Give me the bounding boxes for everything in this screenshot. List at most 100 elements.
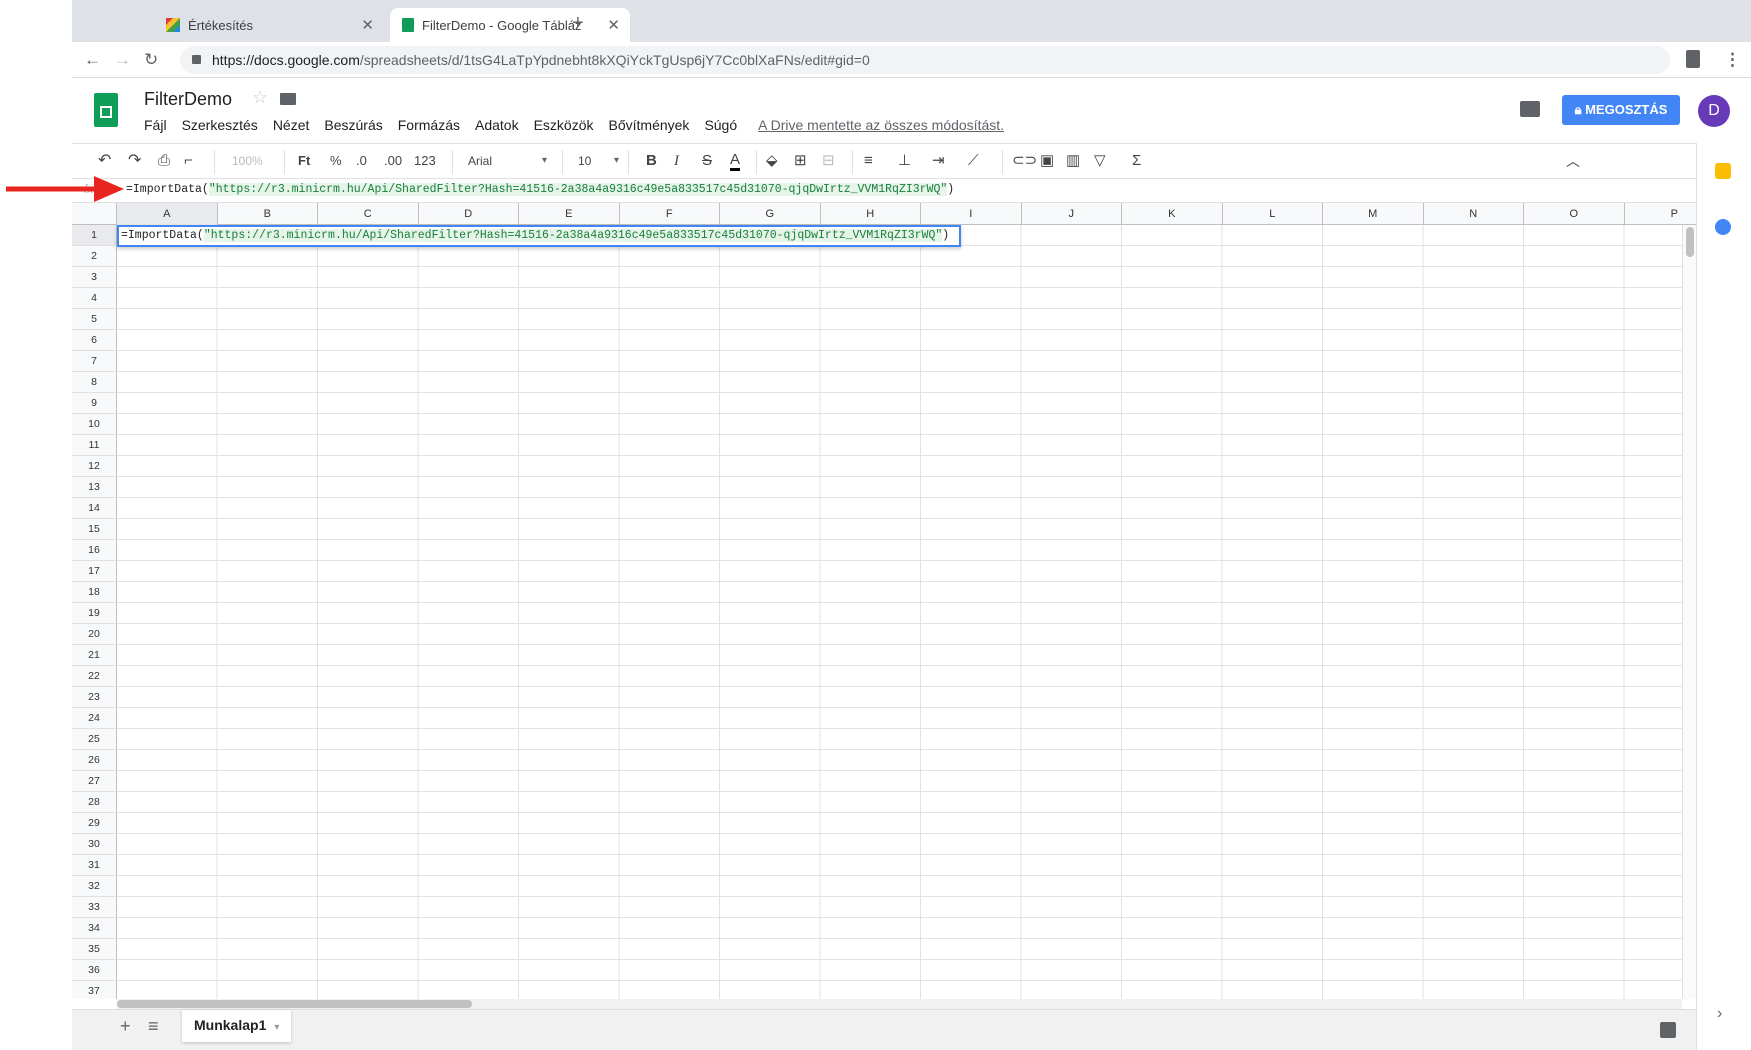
extension-icon[interactable]: [1686, 50, 1700, 68]
column-header-e[interactable]: E: [519, 203, 620, 225]
column-header-n[interactable]: N: [1424, 203, 1524, 225]
merge-cells-icon[interactable]: ⊟: [822, 152, 835, 170]
functions-button[interactable]: Σ: [1132, 152, 1141, 170]
chevron-down-icon[interactable]: ▾: [614, 152, 619, 170]
row-header-23[interactable]: 23: [72, 687, 117, 708]
bold-button[interactable]: B: [646, 152, 657, 170]
percent-button[interactable]: %: [330, 152, 342, 170]
column-header-p[interactable]: P: [1625, 203, 1697, 225]
column-header-d[interactable]: D: [419, 203, 519, 225]
row-header-18[interactable]: 18: [72, 582, 117, 603]
paint-format-icon[interactable]: ⌐: [184, 152, 193, 170]
cell-a1-editor[interactable]: =ImportData("https://r3.minicrm.hu/Api/S…: [117, 225, 961, 247]
row-header-1[interactable]: 1: [72, 225, 117, 246]
undo-icon[interactable]: ↶: [98, 152, 111, 170]
menu-tools[interactable]: Eszközök: [534, 117, 594, 133]
row-header-13[interactable]: 13: [72, 477, 117, 498]
column-header-l[interactable]: L: [1223, 203, 1323, 225]
row-header-15[interactable]: 15: [72, 519, 117, 540]
column-header-m[interactable]: M: [1323, 203, 1424, 225]
row-header-34[interactable]: 34: [72, 918, 117, 939]
scrollbar-thumb[interactable]: [1686, 227, 1694, 257]
formula-bar[interactable]: fx =ImportData("https://r3.minicrm.hu/Ap…: [72, 179, 1696, 203]
new-tab-button[interactable]: +: [572, 12, 584, 35]
tab-close-icon[interactable]: ✕: [607, 16, 620, 34]
add-sheet-button[interactable]: +: [120, 1016, 131, 1037]
row-header-5[interactable]: 5: [72, 309, 117, 330]
font-family-select[interactable]: Arial: [468, 152, 492, 170]
row-header-17[interactable]: 17: [72, 561, 117, 582]
sheets-logo-icon[interactable]: [94, 93, 118, 127]
formula-input[interactable]: =ImportData("https://r3.minicrm.hu/Api/S…: [126, 183, 954, 196]
back-icon[interactable]: ←: [84, 50, 101, 70]
menu-help[interactable]: Súgó: [704, 117, 737, 133]
menu-file[interactable]: Fájl: [144, 117, 167, 133]
chevron-down-icon[interactable]: ▾: [542, 152, 547, 170]
font-size-select[interactable]: 10: [578, 152, 591, 170]
filter-icon[interactable]: ▽: [1094, 152, 1106, 170]
column-header-a[interactable]: A: [117, 203, 218, 225]
expand-panel-icon[interactable]: ›: [1717, 1005, 1722, 1023]
all-sheets-button[interactable]: ≡: [148, 1016, 159, 1037]
text-wrap-icon[interactable]: ⇥: [932, 152, 945, 170]
folder-icon[interactable]: [280, 93, 296, 105]
document-title[interactable]: FilterDemo: [144, 89, 232, 110]
row-header-29[interactable]: 29: [72, 813, 117, 834]
chevron-down-icon[interactable]: ▾: [274, 1022, 279, 1033]
text-rotation-icon[interactable]: ⟋: [968, 152, 979, 170]
menu-edit[interactable]: Szerkesztés: [182, 117, 258, 133]
row-header-25[interactable]: 25: [72, 729, 117, 750]
tab-close-icon[interactable]: ✕: [361, 16, 374, 34]
vertical-align-icon[interactable]: ⊥: [898, 152, 911, 170]
avatar[interactable]: D: [1698, 95, 1730, 127]
keep-icon[interactable]: [1715, 163, 1731, 179]
row-header-21[interactable]: 21: [72, 645, 117, 666]
row-header-7[interactable]: 7: [72, 351, 117, 372]
menu-data[interactable]: Adatok: [475, 117, 519, 133]
column-header-o[interactable]: O: [1524, 203, 1625, 225]
browser-tab-filterdemo[interactable]: FilterDemo - Google Táblázato ✕: [390, 8, 630, 42]
column-header-i[interactable]: I: [921, 203, 1022, 225]
row-header-30[interactable]: 30: [72, 834, 117, 855]
increase-decimal-button[interactable]: .00: [384, 152, 402, 170]
column-header-j[interactable]: J: [1022, 203, 1122, 225]
more-formats-button[interactable]: 123: [414, 152, 436, 170]
comments-icon[interactable]: [1520, 101, 1540, 117]
print-icon[interactable]: ⎙: [158, 152, 170, 170]
column-header-c[interactable]: C: [318, 203, 419, 225]
text-color-button[interactable]: A: [730, 152, 741, 171]
row-header-28[interactable]: 28: [72, 792, 117, 813]
menu-format[interactable]: Formázás: [398, 117, 460, 133]
row-header-32[interactable]: 32: [72, 876, 117, 897]
column-header-k[interactable]: K: [1122, 203, 1223, 225]
star-icon[interactable]: ☆: [252, 87, 268, 108]
currency-button[interactable]: Ft: [298, 152, 310, 170]
browser-menu-icon[interactable]: ⋮: [1724, 50, 1741, 70]
tasks-icon[interactable]: [1715, 219, 1731, 235]
row-header-26[interactable]: 26: [72, 750, 117, 771]
share-button[interactable]: 🔒︎ MEGOSZTÁS: [1562, 95, 1680, 125]
sheet-tab-munkalap1[interactable]: Munkalap1 ▾: [182, 1010, 292, 1042]
column-header-f[interactable]: F: [620, 203, 720, 225]
row-header-22[interactable]: 22: [72, 666, 117, 687]
row-header-36[interactable]: 36: [72, 960, 117, 981]
vertical-scrollbar[interactable]: [1682, 225, 1696, 999]
insert-chart-icon[interactable]: ▥: [1066, 152, 1080, 170]
reload-icon[interactable]: ↻: [144, 50, 158, 70]
row-header-4[interactable]: 4: [72, 288, 117, 309]
italic-button[interactable]: I: [674, 152, 679, 170]
browser-tab-ertekesites[interactable]: Értékesítés ✕: [164, 8, 384, 42]
decrease-decimal-button[interactable]: .0: [356, 152, 367, 170]
row-header-19[interactable]: 19: [72, 603, 117, 624]
insert-comment-icon[interactable]: ▣: [1040, 152, 1054, 170]
row-header-12[interactable]: 12: [72, 456, 117, 477]
url-input[interactable]: https://docs.google.com/spreadsheets/d/1…: [180, 46, 1670, 74]
menu-insert[interactable]: Beszúrás: [324, 117, 382, 133]
row-header-14[interactable]: 14: [72, 498, 117, 519]
row-header-24[interactable]: 24: [72, 708, 117, 729]
column-header-b[interactable]: B: [218, 203, 318, 225]
explore-icon[interactable]: [1660, 1022, 1676, 1038]
row-header-16[interactable]: 16: [72, 540, 117, 561]
cell-area[interactable]: [117, 225, 1696, 999]
column-header-g[interactable]: G: [720, 203, 821, 225]
